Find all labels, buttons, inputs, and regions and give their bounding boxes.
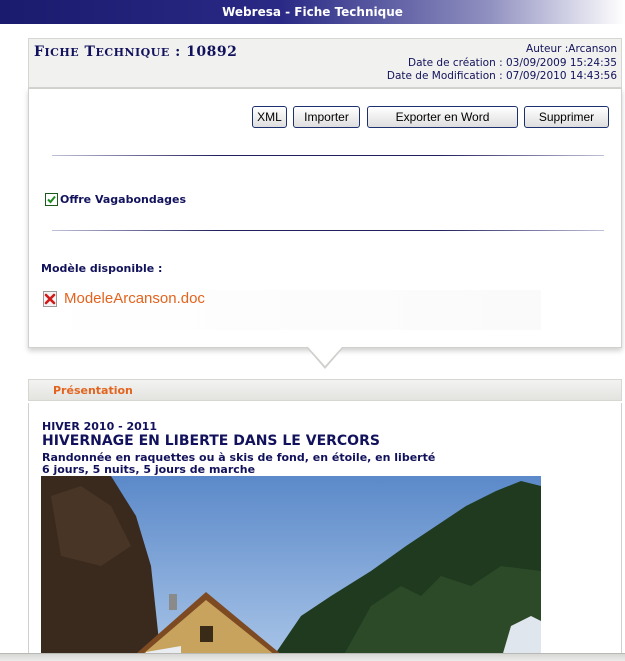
- title-word2-cap: T: [84, 44, 96, 60]
- title-word1-cap: F: [34, 44, 45, 60]
- modele-file-row: ModeleArcanson.doc: [41, 290, 541, 330]
- modified-date: Date de Modification : 07/09/2010 14:43:…: [386, 70, 617, 82]
- modele-label: Modèle disponible :: [41, 262, 163, 275]
- trip-title: HIVERNAGE EN LIBERTE DANS LE VERCORS: [42, 433, 380, 449]
- checkmark-icon: [47, 195, 56, 204]
- fiche-header: Fiche Technique : 10892 Auteur :Arcanson…: [28, 38, 622, 88]
- fiche-number: 10892: [186, 44, 238, 60]
- modele-file-link[interactable]: ModeleArcanson.doc: [64, 290, 205, 307]
- delete-button[interactable]: Supprimer: [524, 106, 609, 128]
- created-date: Date de création : 03/09/2009 15:24:35: [408, 56, 617, 69]
- trip-duration: 6 jours, 5 nuits, 5 jours de marche: [42, 463, 256, 476]
- season-text: HIVER 2010 - 2011: [42, 420, 158, 433]
- author-text: Auteur :Arcanson: [526, 43, 617, 55]
- fiche-meta: Auteur :Arcanson Date de création : 03/0…: [387, 43, 617, 84]
- title-separator: :: [169, 44, 187, 60]
- window-title-bar: Webresa - Fiche Technique: [0, 0, 625, 24]
- offer-checkbox-row[interactable]: Offre Vagabondages: [45, 189, 186, 208]
- presentation-tab-label[interactable]: Présentation: [53, 384, 133, 397]
- panel-pointer-inner: [308, 347, 342, 366]
- landscape-photo: [41, 476, 541, 660]
- title-word2-rest: echnique: [95, 46, 170, 59]
- offer-checkbox-label: Offre Vagabondages: [60, 193, 187, 206]
- presentation-tab-bar[interactable]: Présentation: [28, 379, 622, 401]
- xml-button[interactable]: XML: [252, 106, 287, 128]
- offer-checkbox[interactable]: [45, 193, 58, 206]
- separator-bottom: [52, 230, 604, 231]
- window-title: Webresa - Fiche Technique: [222, 5, 403, 19]
- import-button[interactable]: Importer: [293, 106, 360, 128]
- page-title: Fiche Technique : 10892: [34, 44, 237, 60]
- title-word1-rest: iche: [44, 46, 80, 59]
- separator-top: [52, 155, 604, 156]
- red-cross-icon[interactable]: [43, 291, 57, 307]
- export-word-button[interactable]: Exporter en Word: [367, 106, 518, 128]
